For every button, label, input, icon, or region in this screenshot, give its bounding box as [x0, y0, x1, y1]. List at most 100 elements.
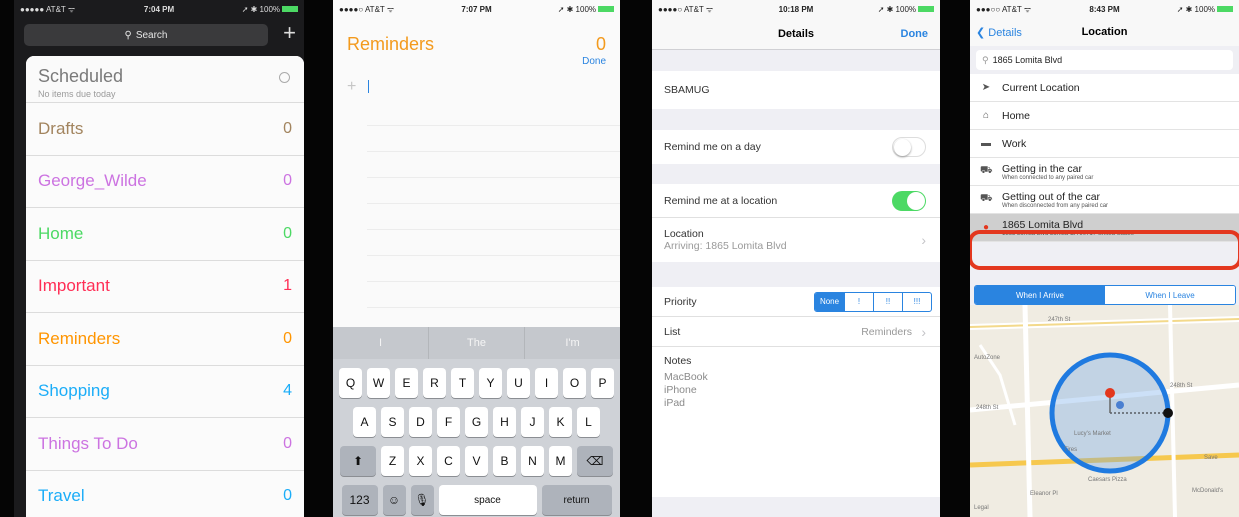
list-item[interactable]: Drafts 0 — [26, 102, 304, 155]
when-leave-tab[interactable]: When I Leave — [1105, 286, 1235, 304]
key-r[interactable]: R — [423, 368, 446, 398]
location-search-input[interactable]: ⚲ 1865 Lomita Blvd — [976, 50, 1233, 70]
key-h[interactable]: H — [493, 407, 516, 437]
map[interactable]: 247th St AutoZone 248th St 248th St Lucy's M… — [970, 304, 1239, 517]
priority-option[interactable]: !! — [873, 292, 902, 311]
dictation-key[interactable]: 🎙︎ — [410, 485, 434, 515]
key-c[interactable]: C — [437, 446, 460, 476]
map-label: Save — [1204, 455, 1218, 461]
key-k[interactable]: K — [549, 407, 572, 437]
scheduled-list[interactable]: Scheduled No items due today — [26, 56, 304, 102]
key-b[interactable]: B — [493, 446, 516, 476]
clock: 7:07 PM — [461, 4, 492, 14]
list-item[interactable]: Shopping 4 — [26, 364, 304, 417]
key-p[interactable]: P — [591, 368, 614, 398]
list-item[interactable]: Important 1 — [26, 259, 304, 312]
arrive-leave-control: When I Arrive When I Leave — [974, 285, 1236, 305]
key-d[interactable]: D — [409, 407, 432, 437]
status-bar: ●●●●● AT&T ᯤ 7:04 PM ➚ ✱ 100% — [14, 0, 304, 18]
map-label: McDonald's — [1192, 488, 1224, 494]
key-z[interactable]: Z — [381, 446, 404, 476]
notes-label: Notes — [664, 355, 692, 367]
remind-location-label: Remind me at a location — [664, 194, 778, 207]
details-screen: ●●●●○ AT&T ᯤ 10:18 PM ➚ ✱ 100% Details D… — [652, 0, 940, 517]
map-label: Eleanor Pl — [1030, 491, 1058, 497]
plus-icon[interactable]: + — [283, 20, 296, 46]
back-button[interactable]: ❮ Details — [976, 26, 1022, 39]
location-option[interactable]: ➤ Current Location — [970, 74, 1239, 102]
key-a[interactable]: A — [353, 407, 376, 437]
list-name: Drafts — [38, 118, 84, 138]
search-icon: ⚲ — [124, 29, 132, 41]
list-item[interactable]: Travel 0 — [26, 469, 304, 517]
numbers-key[interactable]: 123 — [341, 485, 378, 515]
chevron-right-icon: › — [921, 232, 926, 248]
key-i[interactable]: I — [535, 368, 558, 398]
location-arrow-icon: ➤ — [981, 82, 991, 93]
key-w[interactable]: W — [367, 368, 390, 398]
done-button[interactable]: Done — [901, 28, 929, 40]
suggestion[interactable]: I'm — [525, 327, 620, 359]
lists-screen: ●●●●● AT&T ᯤ 7:04 PM ➚ ✱ 100% ⚲ Search +… — [14, 0, 304, 517]
location-option[interactable]: ⛟ Getting in the car When connected to a… — [970, 158, 1239, 186]
shift-key[interactable]: ⬆ — [340, 446, 376, 476]
list-name: Home — [38, 223, 84, 243]
key-x[interactable]: X — [409, 446, 432, 476]
location-option-label: 1865 Lomita Blvd — [1002, 218, 1084, 231]
location-option-label: Home — [1002, 109, 1031, 122]
location-option-sub: When connected to any paired car — [1002, 174, 1094, 181]
list-item[interactable]: Reminders 0 — [26, 312, 304, 365]
alarm-clock-icon — [279, 72, 290, 83]
clock: 8:43 PM — [1089, 4, 1120, 14]
key-s[interactable]: S — [381, 407, 404, 437]
status-bar: ●●●●○ AT&T ᯤ 7:07 PM ➚ ✱ 100% — [333, 0, 620, 18]
backspace-key[interactable]: ⌫ — [577, 446, 613, 476]
empty-lines — [367, 100, 620, 334]
map-label: Tires — [1064, 447, 1078, 453]
key-n[interactable]: N — [521, 446, 544, 476]
key-q[interactable]: Q — [339, 368, 362, 398]
priority-option[interactable]: None — [815, 292, 844, 311]
list-count: 4 — [283, 382, 292, 400]
priority-option[interactable]: ! — [844, 292, 873, 311]
remind-day-toggle[interactable] — [892, 137, 926, 157]
key-m[interactable]: M — [549, 446, 572, 476]
key-l[interactable]: L — [577, 407, 600, 437]
search-bar[interactable]: ⚲ Search — [24, 24, 268, 46]
key-o[interactable]: O — [563, 368, 586, 398]
priority-option[interactable]: !!! — [902, 292, 931, 311]
key-u[interactable]: U — [507, 368, 530, 398]
location-option-sub: When disconnected from any paired car — [1002, 202, 1109, 209]
add-item-icon[interactable]: + — [347, 78, 356, 96]
space-key[interactable]: space — [438, 485, 537, 515]
car-icon: ⛟ — [980, 193, 993, 204]
key-g[interactable]: G — [465, 407, 488, 437]
suggestion[interactable]: The — [429, 327, 525, 359]
list-count: 0 — [283, 172, 292, 190]
notes-field[interactable]: Notes MacBook iPhone iPad — [652, 347, 940, 497]
list-item[interactable]: Things To Do 0 — [26, 417, 304, 470]
remind-location-toggle[interactable] — [892, 190, 926, 211]
suggestion[interactable]: I — [333, 327, 429, 359]
location-option-label: Getting out of the car — [1002, 190, 1101, 203]
when-arrive-tab[interactable]: When I Arrive — [975, 286, 1105, 304]
key-j[interactable]: J — [521, 407, 544, 437]
title-field[interactable]: SBAMUG — [652, 71, 940, 109]
key-v[interactable]: V — [465, 446, 488, 476]
key-e[interactable]: E — [395, 368, 418, 398]
key-f[interactable]: F — [437, 407, 460, 437]
key-y[interactable]: Y — [479, 368, 502, 398]
list-item[interactable]: George_Wilde 0 — [26, 154, 304, 207]
emoji-key[interactable]: ☺ — [382, 485, 406, 515]
list-row[interactable]: List Reminders › — [652, 317, 940, 347]
location-option[interactable]: ▬ Work — [970, 130, 1239, 158]
done-button[interactable]: Done — [582, 56, 606, 67]
location-row[interactable]: Location Arriving: 1865 Lomita Blvd › — [652, 218, 940, 262]
location-option[interactable]: ⌂ Home — [970, 102, 1239, 130]
remind-day-label: Remind me on a day — [664, 141, 761, 153]
return-key[interactable]: return — [541, 485, 612, 515]
location-option[interactable]: ⛟ Getting out of the car When disconnect… — [970, 186, 1239, 214]
list-title: Reminders — [347, 34, 435, 54]
key-t[interactable]: T — [451, 368, 474, 398]
list-item[interactable]: Home 0 — [26, 207, 304, 260]
